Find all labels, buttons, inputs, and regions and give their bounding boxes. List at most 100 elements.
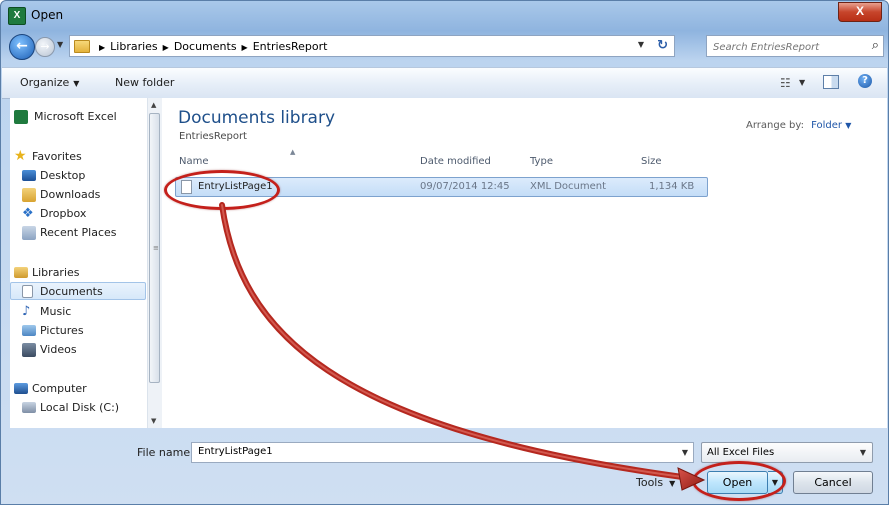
address-dropdown-icon[interactable]: ▼ [638,40,644,49]
column-header-size[interactable]: Size [641,156,662,167]
videos-icon [22,343,36,357]
scroll-grip-icon: ≡ [153,244,159,252]
address-bar[interactable]: ▶ Libraries ▶ Documents ▶ EntriesReport ▼ ↻ [69,35,675,57]
arrange-by-chevron-icon: ▼ [845,121,852,130]
nav-item-label: Local Disk (C:) [40,401,120,414]
nav-item-label: Computer [32,382,87,395]
nav-item-label: Favorites [32,150,82,163]
tools-chevron-icon: ▼ [669,479,676,488]
help-icon[interactable]: ? [858,74,872,88]
organize-button[interactable]: Organize ▼ [20,76,79,89]
column-header-type[interactable]: Type [530,156,553,167]
title-bar: X Open X [1,1,888,29]
nav-item-label: Pictures [40,324,84,337]
tools-label: Tools [636,476,664,489]
excel-icon [14,110,28,124]
nav-item-label: Dropbox [40,207,87,220]
back-button[interactable]: ← [9,34,35,60]
nav-item-pictures[interactable]: Pictures [10,322,146,340]
nav-item-microsoft-excel[interactable]: Microsoft Excel [10,108,146,126]
nav-item-label: Libraries [32,266,80,279]
forward-button[interactable]: → [35,37,55,57]
scroll-up-icon[interactable]: ▲ [151,101,156,109]
column-header-name[interactable]: Name [179,156,209,167]
navigation-scrollbar[interactable]: ▲ ≡ ▼ [147,98,162,428]
organize-chevron-icon: ▼ [73,79,80,88]
breadcrumb-documents[interactable]: Documents [174,40,237,53]
dropbox-icon: ❖ [22,206,34,221]
search-icon[interactable]: ⌕ [872,38,879,53]
file-type: XML Document [530,181,607,192]
nav-item-recent-places[interactable]: Recent Places [10,224,146,242]
scroll-thumb[interactable]: ≡ [149,113,160,383]
breadcrumb-separator-icon[interactable]: ▶ [99,43,105,52]
nav-item-music[interactable]: ♪ Music [10,303,146,321]
new-folder-button[interactable]: New folder [115,76,174,89]
library-subtitle: EntriesReport [179,131,247,142]
preview-pane-icon[interactable] [823,75,839,89]
nav-item-label: Videos [40,343,77,356]
file-name-label: File name: [137,446,194,459]
annotation-circle-open [692,461,786,501]
disk-icon [22,402,36,413]
close-button[interactable]: X [838,2,882,22]
nav-item-computer[interactable]: Computer [10,380,146,398]
command-bar: Organize ▼ New folder ☷ ▼ ? [2,67,887,99]
scroll-down-icon[interactable]: ▼ [151,417,156,425]
nav-item-label: Microsoft Excel [34,110,117,123]
view-options-chevron-icon[interactable]: ▼ [799,78,805,87]
refresh-icon[interactable]: ↻ [657,38,668,53]
arrange-by-value: Folder [811,120,843,131]
column-header-date-modified[interactable]: Date modified [420,156,491,167]
breadcrumb-separator-icon[interactable]: ▶ [242,43,248,52]
file-type-filter-select[interactable]: All Excel Files ▼ [701,442,873,463]
breadcrumb-libraries[interactable]: Libraries [110,40,158,53]
breadcrumb-entriesreport[interactable]: EntriesReport [253,40,328,53]
nav-item-documents[interactable]: Documents [10,282,146,300]
sort-ascending-icon: ▲ [290,148,296,156]
file-name-field[interactable]: ▼ [191,442,694,463]
arrange-by: Arrange by: Folder ▼ [746,120,851,131]
organize-label: Organize [20,76,70,89]
file-date-modified: 09/07/2014 12:45 [420,181,510,192]
file-list-pane: Documents library EntriesReport Arrange … [162,98,887,428]
breadcrumb: ▶ Libraries ▶ Documents ▶ EntriesReport [94,40,327,53]
computer-icon [14,383,28,394]
nav-item-label: Desktop [40,169,86,182]
nav-item-local-disk[interactable]: Local Disk (C:) [10,399,146,417]
navigation-pane: Microsoft Excel ★ Favorites Desktop Down… [10,98,163,428]
file-name-input[interactable] [196,445,660,458]
documents-icon [22,285,33,298]
arrange-by-dropdown[interactable]: Folder ▼ [811,120,851,131]
file-type-filter-chevron-icon: ▼ [859,448,866,457]
nav-item-label: Documents [40,285,103,298]
file-type-filter-value: All Excel Files [707,447,775,458]
nav-item-downloads[interactable]: Downloads [10,186,146,204]
folder-icon [74,40,90,53]
open-dialog: X Open X ← → ▼ ▶ Libraries ▶ Documents ▶ Entr… [0,0,889,505]
nav-item-desktop[interactable]: Desktop [10,167,146,185]
file-size: 1,134 KB [649,181,695,192]
tools-button[interactable]: Tools ▼ [636,476,675,489]
nav-item-libraries[interactable]: Libraries [10,264,146,282]
nav-item-favorites[interactable]: ★ Favorites [10,148,146,166]
nav-item-label: Music [40,305,72,318]
nav-item-dropbox[interactable]: ❖ Dropbox [10,205,146,223]
change-view-icon[interactable]: ☷ [780,76,791,90]
file-name-dropdown-icon[interactable]: ▼ [682,448,688,457]
breadcrumb-separator-icon[interactable]: ▶ [163,43,169,52]
nav-item-videos[interactable]: Videos [10,341,146,359]
desktop-icon [22,170,36,181]
star-icon: ★ [14,148,27,164]
recent-pages-chevron-icon[interactable]: ▼ [57,40,63,49]
window-title: Open [31,8,64,22]
libraries-icon [14,267,28,278]
excel-app-icon: X [8,7,26,25]
library-title: Documents library [178,108,336,128]
arrange-by-label: Arrange by: [746,120,804,131]
downloads-icon [22,188,36,202]
search-box[interactable]: ⌕ [706,35,884,57]
annotation-circle-file [164,170,280,210]
cancel-button[interactable]: Cancel [793,471,873,494]
search-input[interactable] [711,38,863,56]
